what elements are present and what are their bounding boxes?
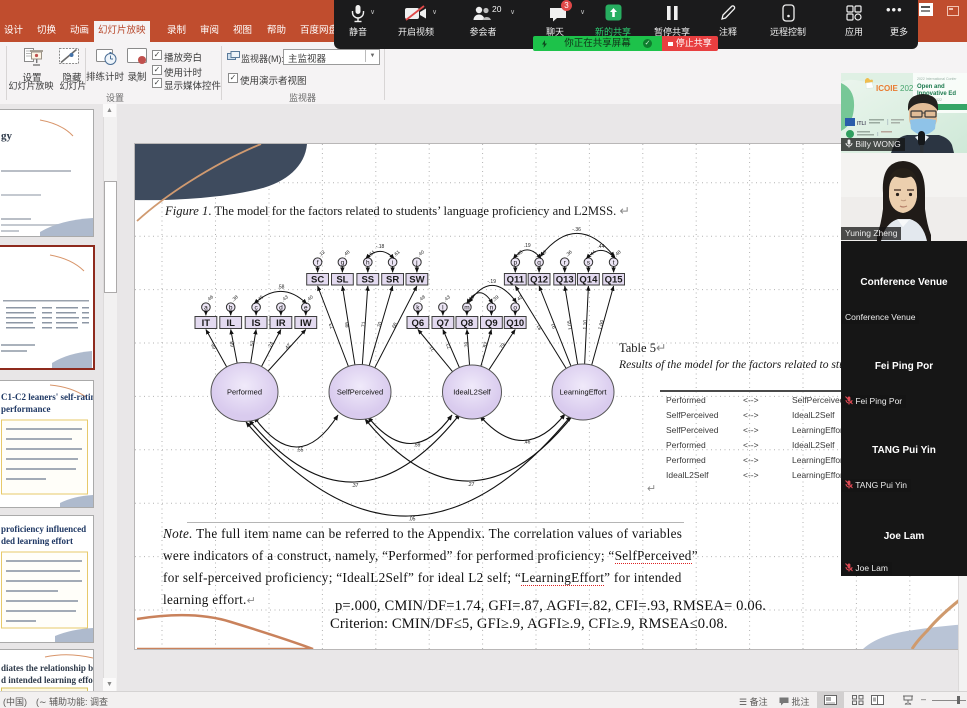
svg-text:Performed: Performed: [227, 388, 262, 397]
svg-text:.81: .81: [536, 323, 545, 332]
svg-text:.05: .05: [409, 517, 416, 523]
svg-text:1.09: 1.09: [597, 319, 605, 330]
svg-text:.48: .48: [614, 249, 623, 258]
svg-text:SS: SS: [361, 275, 374, 286]
svg-text:i: i: [392, 260, 393, 267]
svg-text:IR: IR: [276, 318, 286, 329]
svg-text:.12: .12: [318, 249, 327, 258]
svg-text:.82: .82: [482, 341, 490, 350]
svg-text:SL: SL: [336, 275, 348, 286]
svg-text:.36: .36: [565, 249, 574, 258]
svg-text:ded learning effort: ded learning effort: [1, 536, 73, 546]
svg-text:IdealL2Self: IdealL2Self: [453, 388, 491, 397]
svg-text:.86: .86: [344, 321, 351, 329]
svg-text:o: o: [513, 305, 517, 312]
svg-text:1.10: 1.10: [582, 320, 588, 330]
svg-text:C1-C2 leaners' self-rating: C1-C2 leaners' self-rating: [1, 392, 93, 402]
svg-text:.46: .46: [524, 440, 531, 446]
svg-text:p: p: [513, 260, 517, 267]
svg-text:.91: .91: [550, 322, 558, 331]
svg-text:.61: .61: [393, 249, 402, 258]
svg-text:t: t: [613, 260, 615, 267]
svg-text:.38: .38: [231, 294, 240, 303]
svg-text:Q14: Q14: [579, 275, 598, 286]
svg-text:g: g: [341, 260, 345, 267]
svg-text:Q13: Q13: [556, 275, 574, 286]
svg-text:f: f: [317, 260, 319, 267]
svg-text:Q12: Q12: [530, 275, 548, 286]
svg-text:Q15: Q15: [605, 275, 624, 286]
svg-text:Q8: Q8: [461, 318, 474, 329]
svg-text:proficiency influenced: proficiency influenced: [1, 524, 86, 534]
svg-text:diates the relationship betwee: diates the relationship between: [1, 663, 93, 673]
svg-text:.53: .53: [249, 340, 256, 348]
svg-text:.37: .37: [352, 483, 359, 489]
svg-text:e: e: [304, 305, 308, 312]
svg-text:.27: .27: [468, 482, 475, 488]
svg-text:j: j: [415, 260, 417, 267]
svg-text:performance: performance: [1, 404, 50, 414]
svg-text:Q6: Q6: [412, 318, 425, 329]
svg-text:.58: .58: [278, 285, 285, 291]
svg-text:1.05: 1.05: [566, 320, 574, 331]
svg-text:gy: gy: [1, 130, 13, 142]
svg-text:.39: .39: [491, 294, 500, 303]
svg-text:.19: .19: [524, 243, 531, 249]
svg-text:.48: .48: [418, 294, 427, 303]
svg-text:d intended learning effort.: d intended learning effort.: [1, 675, 93, 685]
svg-text:.48: .48: [342, 249, 351, 258]
svg-text:.43: .43: [281, 294, 290, 303]
svg-text:.42: .42: [283, 342, 292, 351]
svg-text:.73: .73: [445, 342, 453, 351]
svg-text:a: a: [204, 305, 208, 312]
svg-text:SW: SW: [409, 275, 424, 286]
svg-text:SC: SC: [311, 275, 324, 286]
svg-text:ITLI: ITLI: [857, 121, 866, 127]
svg-text:.73: .73: [328, 322, 336, 331]
svg-text:b: b: [229, 305, 233, 312]
svg-text:h: h: [366, 260, 370, 267]
svg-text:.43: .43: [443, 294, 452, 303]
svg-text:SelfPerceived: SelfPerceived: [337, 388, 383, 397]
svg-text:.66: .66: [210, 342, 219, 351]
svg-text:.55: .55: [297, 448, 304, 454]
svg-text:SR: SR: [386, 275, 399, 286]
svg-text:.40: .40: [306, 294, 315, 303]
svg-text:IT: IT: [202, 318, 211, 329]
svg-text:IS: IS: [252, 318, 261, 329]
svg-text:.46: .46: [206, 294, 215, 303]
svg-text:LearningEffort: LearningEffort: [560, 388, 608, 397]
svg-text:d: d: [279, 305, 283, 312]
svg-text:2022 International Confer: 2022 International Confer: [917, 77, 957, 81]
svg-text:-.36: -.36: [572, 227, 581, 233]
svg-text:-.18: -.18: [376, 244, 385, 250]
svg-text:n: n: [490, 305, 494, 312]
svg-text:Q10: Q10: [506, 318, 524, 329]
svg-text:.70: .70: [376, 321, 384, 330]
svg-text:.59: .59: [414, 443, 421, 449]
svg-text:.40: .40: [417, 249, 426, 258]
svg-text:IL: IL: [226, 318, 235, 329]
svg-text:q: q: [537, 260, 541, 267]
svg-text:m: m: [464, 305, 469, 312]
svg-text:Open and: Open and: [917, 84, 945, 90]
svg-text:-.19: -.19: [487, 279, 496, 285]
svg-text:Q11: Q11: [507, 275, 525, 286]
svg-text:.68: .68: [229, 340, 236, 348]
svg-text:Q7: Q7: [437, 318, 450, 329]
svg-text:.71: .71: [361, 321, 367, 329]
svg-text:IW: IW: [300, 318, 312, 329]
svg-text:Q9: Q9: [485, 318, 498, 329]
svg-text:ICOIE: ICOIE: [876, 84, 898, 93]
svg-text:.78: .78: [464, 341, 471, 349]
